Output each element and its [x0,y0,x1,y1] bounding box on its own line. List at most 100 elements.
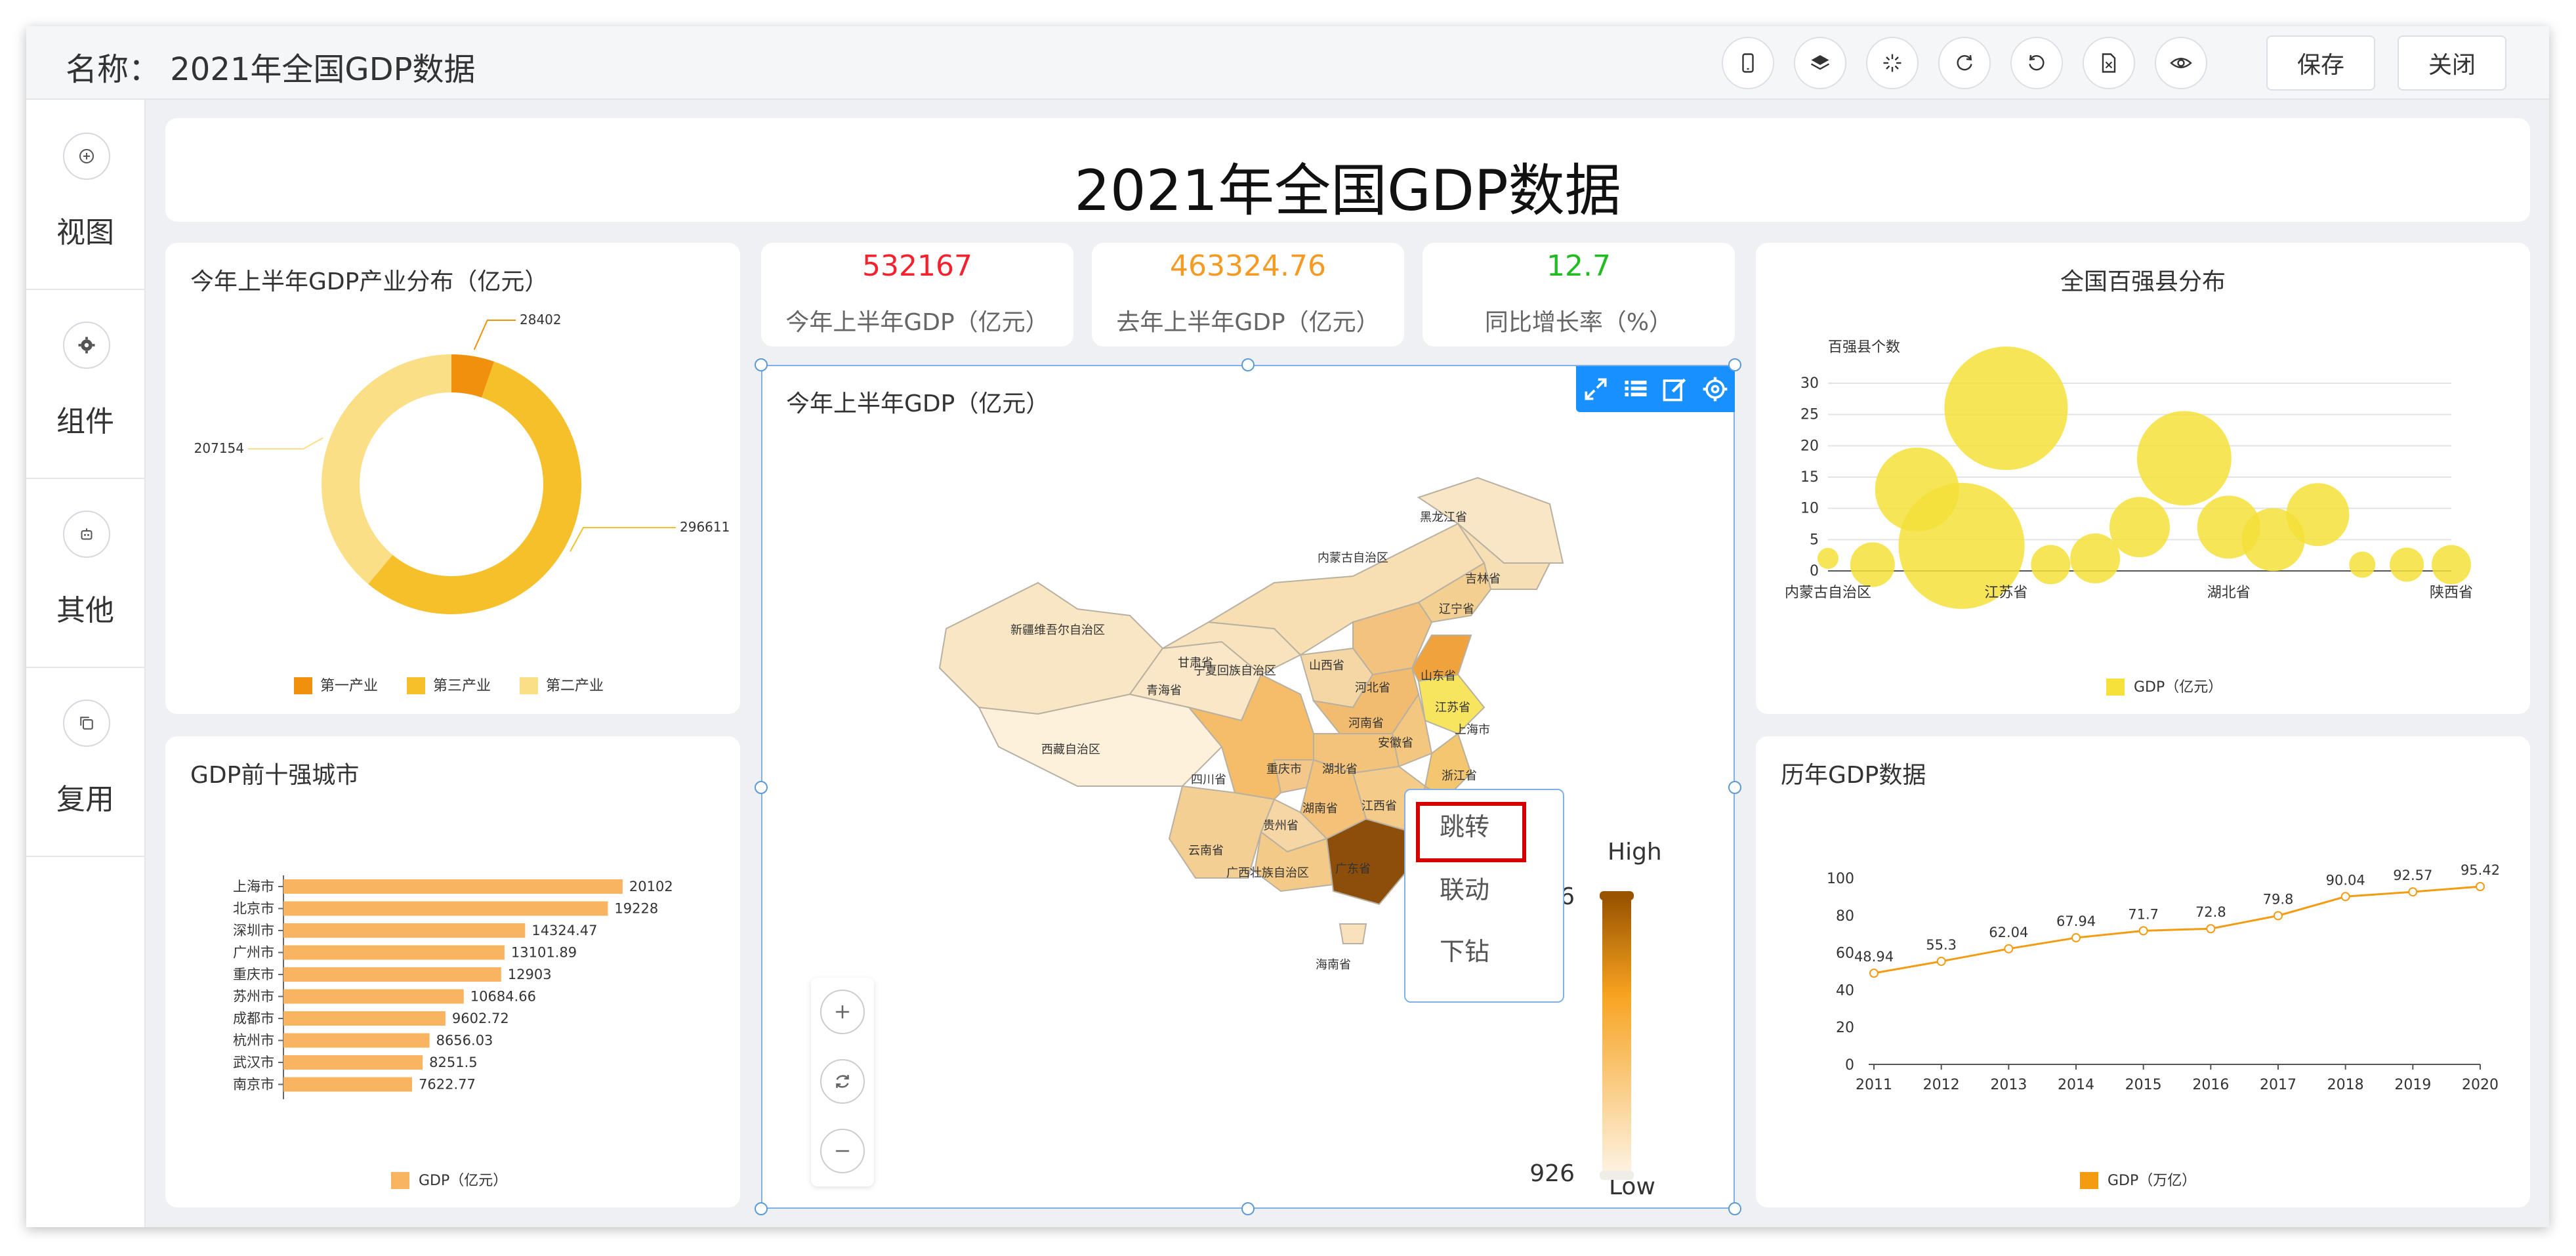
legend-label: GDP（亿元） [419,1173,507,1189]
map-region-label: 浙江省 [1442,769,1477,783]
data-label: 90.04 [2326,872,2365,888]
map-visual-map-handle-bottom[interactable] [1600,1171,1634,1180]
legend-swatch [391,1172,409,1189]
undo-button[interactable] [2010,37,2063,89]
donut-label-line [473,320,516,350]
bar [283,1077,413,1092]
data-point [2274,911,2283,921]
x-tick-label: 湖北省 [2207,585,2251,601]
kpi-card-growth-rate[interactable]: 12.7 同比增长率（%） [1423,243,1735,346]
bar [283,923,526,938]
donut-slice [322,354,451,584]
resize-handle[interactable] [1728,1202,1741,1215]
bubble [2390,547,2424,582]
sidebar-item-reuse[interactable]: 复用 [26,667,144,857]
bubble [1944,346,2068,471]
bar [283,967,501,982]
close-button[interactable]: 关闭 [2398,35,2506,91]
resize-handle[interactable] [755,358,768,371]
map-region-label: 湖北省 [1322,763,1358,776]
donut-value-label: 296611 [680,519,730,535]
zoom-out-button[interactable] [820,1129,865,1173]
resize-handle[interactable] [755,1202,768,1215]
sidebar-item-components[interactable]: 组件 [26,289,144,479]
bar-chart-card[interactable]: GDP前十强城市 上海市 20102 北京市 19228 深圳市 14324.47 广州市 1… [165,736,740,1207]
menu-item-link[interactable]: 联动 [1405,864,1563,916]
map-visual-map-bar[interactable] [1602,898,1631,1173]
kpi-value: 463324.76 [1170,249,1326,283]
map-region-label: 四川省 [1191,773,1226,787]
x-tick-label: 内蒙古自治区 [1785,585,1871,601]
category-label: 广州市 [233,945,274,961]
bubble [1818,547,1839,569]
bar [283,1033,430,1048]
y-tick-label: 60 [1836,946,1854,962]
line-chart: 0 20 40 60 80 100 2011 2012 2013 2014 2015 2016 2017… [1827,862,2500,1189]
mobile-preview-button[interactable] [1722,37,1774,89]
bar-value-label: 13101.89 [511,945,577,961]
y-tick-label: 25 [1800,407,1819,423]
y-tick-label: 20 [1836,1020,1854,1036]
dashboard-title-card[interactable]: 2021年全国GDP数据 [165,118,2530,224]
bubble [2136,411,2232,506]
legend-swatch [2080,1172,2098,1189]
bubble-chart-card[interactable]: 全国百强县分布 百强县个数 0 5 10 15 20 25 30 内蒙古自治区 江苏省 湖北省 陕西省… [1756,243,2530,714]
menu-item-drilldown[interactable]: 下钻 [1405,925,1563,978]
kpi-card-last-year-gdp[interactable]: 463324.76 去年上半年GDP（亿元） [1092,243,1404,346]
map-region-label: 海南省 [1316,958,1351,972]
sparkle-icon [1883,54,1901,72]
sidebar-item-other[interactable]: 其他 [26,478,144,668]
bar-value-label: 7622.77 [419,1077,476,1093]
line-chart-card[interactable]: 历年GDP数据 0 20 40 60 80 100 2011 2012 2013 2014 2015… [1756,736,2530,1207]
layers-button[interactable] [1794,37,1846,89]
resize-handle[interactable] [1728,781,1741,794]
preview-button[interactable] [2155,37,2207,89]
resize-handle[interactable] [1241,1202,1255,1215]
data-label: 72.8 [2195,904,2226,920]
map-visual-map-handle-top[interactable] [1600,891,1634,900]
bubble-chart: 百强县个数 0 5 10 15 20 25 30 内蒙古自治区 江苏省 湖北省 陕西省 GDP（亿元） [1785,339,2473,696]
category-label: 上海市 [233,879,274,894]
x-tick-label: 2012 [1923,1077,1960,1093]
zoom-in-button[interactable] [820,990,865,1034]
map-region-label: 黑龙江省 [1420,511,1467,524]
map-region-label: 辽宁省 [1439,602,1474,616]
map-region-guangdong [1325,818,1413,906]
map-chart-card[interactable]: 今年上半年GDP（亿元） 内蒙古自治区 黑龙江省 吉林省 辽宁省 新疆维吾尔自治… [761,365,1735,1209]
donut-value-label: 28402 [520,312,562,327]
bar-value-label: 20102 [629,879,673,894]
data-label: 62.04 [1989,925,2028,940]
add-view-icon [63,133,110,180]
legend-label: GDP（亿元） [2134,679,2222,696]
y-tick-label: 20 [1800,438,1819,454]
reset-view-button[interactable] [820,1059,865,1104]
legend-label: 第二产业 [546,678,604,694]
kpi-card-current-gdp[interactable]: 532167 今年上半年GDP（亿元） [761,243,1073,346]
export-button[interactable] [2083,37,2135,89]
x-tick-label: 2011 [1856,1077,1892,1093]
category-label: 苏州市 [233,989,274,1005]
resize-handle[interactable] [1241,358,1255,371]
sidebar-item-views[interactable]: 视图 [26,100,144,290]
bubble [2432,545,2471,585]
data-point [2004,944,2014,953]
data-point [2206,924,2216,934]
resize-handle[interactable] [1728,358,1741,371]
effects-button[interactable] [1866,37,1919,89]
data-label: 67.94 [2056,913,2096,929]
legend-label: 第三产业 [433,678,491,694]
bubble [2286,483,2350,547]
resize-handle[interactable] [755,781,768,794]
kpi-label: 去年上半年GDP（亿元） [1116,309,1380,336]
refresh-button[interactable] [1938,37,1991,89]
y-tick-label: 30 [1800,375,1819,392]
donut-chart-card[interactable]: 今年上半年GDP产业分布（亿元） 28402 296611 207154 第一产业 第三… [165,243,740,714]
save-button[interactable]: 保存 [2266,35,2375,91]
map-region-label: 青海省 [1146,684,1182,698]
bar-value-label: 14324.47 [531,923,597,938]
map-region-label: 贵州省 [1263,819,1298,833]
data-point [2408,887,2418,897]
y-tick-label: 15 [1800,469,1819,486]
sidebar-item-label: 复用 [56,783,114,816]
china-map[interactable]: 内蒙古自治区黑龙江省吉林省辽宁省新疆维吾尔自治区甘肃省宁夏回族自治区 山西省河北省… [762,366,1734,1207]
